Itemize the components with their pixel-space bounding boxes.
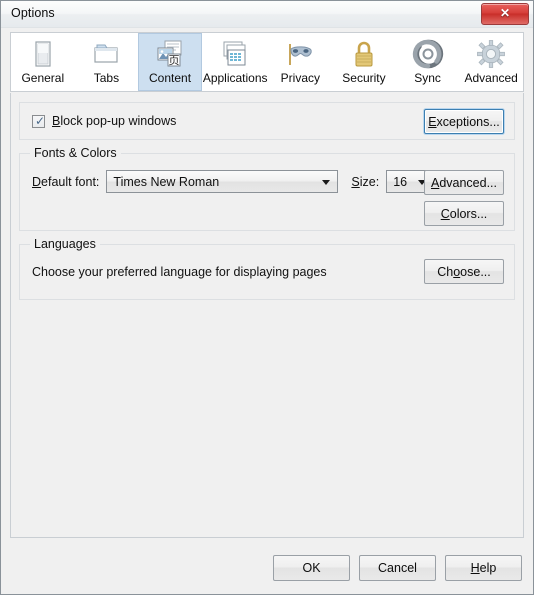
tab-label: Privacy: [280, 71, 321, 85]
close-icon: ✕: [499, 6, 511, 20]
font-size-label: Size:: [351, 175, 379, 189]
tab-general[interactable]: General: [11, 33, 75, 91]
padlock-icon: [348, 38, 380, 70]
title-bar: Options ✕: [1, 1, 533, 28]
general-icon: [27, 38, 59, 70]
tab-label: Tabs: [93, 71, 120, 85]
accel-letter: C: [440, 206, 450, 221]
applications-icon: [219, 38, 251, 70]
font-size-value: 16: [393, 174, 408, 189]
tab-label: Content: [149, 71, 192, 85]
block-popups-checkbox[interactable]: ✓: [32, 113, 46, 128]
tab-tabs[interactable]: Tabs: [75, 33, 139, 91]
privacy-mask-icon: [284, 38, 316, 70]
close-button[interactable]: ✕: [481, 3, 529, 25]
label-start: Ch: [437, 264, 454, 279]
languages-description: Choose your preferred language for displ…: [32, 265, 327, 279]
gear-icon: [475, 38, 507, 70]
default-font-label: Default font:: [32, 175, 99, 189]
label-rest: ose...: [460, 264, 491, 279]
tabs-icon: [90, 38, 122, 70]
languages-group: Languages Choose your preferred language…: [19, 237, 515, 300]
tab-label: Advanced: [464, 71, 518, 85]
default-font-value: Times New Roman: [113, 174, 220, 189]
label-rest: olors...: [449, 206, 488, 221]
dialog-buttons: OK Cancel Help: [273, 555, 522, 581]
label-rest: xceptions...: [436, 114, 500, 129]
tab-label: Sync: [414, 71, 441, 85]
languages-legend: Languages: [30, 237, 100, 251]
popup-blocker-group: ✓ Block pop-up windows Exceptions...: [19, 102, 515, 140]
cancel-button[interactable]: Cancel: [359, 555, 436, 581]
label-rest: dvanced...: [439, 175, 498, 190]
tab-sync[interactable]: Sync: [396, 33, 460, 91]
fonts-colors-legend: Fonts & Colors: [30, 146, 121, 160]
tab-security[interactable]: Security: [332, 33, 396, 91]
accel-letter: D: [32, 174, 42, 189]
tab-content[interactable]: 页 Content: [138, 33, 202, 91]
label-rest: elp: [479, 561, 497, 575]
svg-text:页: 页: [169, 54, 180, 67]
tab-label: Applications: [202, 71, 268, 85]
tab-privacy[interactable]: Privacy: [269, 33, 333, 91]
tab-strip: General Tabs 页 Content Applications Priv…: [10, 32, 524, 92]
choose-language-button[interactable]: Choose...: [424, 259, 504, 284]
chevron-down-icon: [322, 179, 331, 185]
window-title: Options: [11, 6, 55, 20]
content-panel: ✓ Block pop-up windows Exceptions... Fon…: [10, 93, 524, 538]
accel-letter: E: [428, 114, 437, 129]
default-font-select[interactable]: Times New Roman: [106, 170, 339, 193]
block-popups-label[interactable]: Block pop-up windows: [52, 114, 176, 128]
sync-arrows-icon: [412, 38, 444, 70]
tab-applications[interactable]: Applications: [202, 33, 269, 91]
content-icon: 页: [154, 38, 186, 70]
label-rest: lock pop-up windows: [60, 114, 177, 128]
fonts-advanced-button[interactable]: Advanced...: [424, 170, 504, 195]
accel-letter: S: [351, 174, 360, 189]
accel-letter: H: [470, 561, 480, 575]
label-rest: efault font:: [41, 174, 100, 189]
colors-button[interactable]: Colors...: [424, 201, 504, 226]
options-dialog: Options ✕ General Tabs 页 Content Applica…: [0, 0, 534, 595]
tab-label: General: [21, 71, 65, 85]
help-button[interactable]: Help: [445, 555, 522, 581]
tab-label: Security: [342, 71, 386, 85]
exceptions-button[interactable]: Exceptions...: [424, 109, 504, 134]
ok-button[interactable]: OK: [273, 555, 350, 581]
label-rest: ize:: [359, 174, 380, 189]
tab-advanced[interactable]: Advanced: [459, 33, 523, 91]
check-icon: ✓: [35, 113, 46, 128]
fonts-colors-group: Fonts & Colors Default font: Times New R…: [19, 146, 515, 231]
